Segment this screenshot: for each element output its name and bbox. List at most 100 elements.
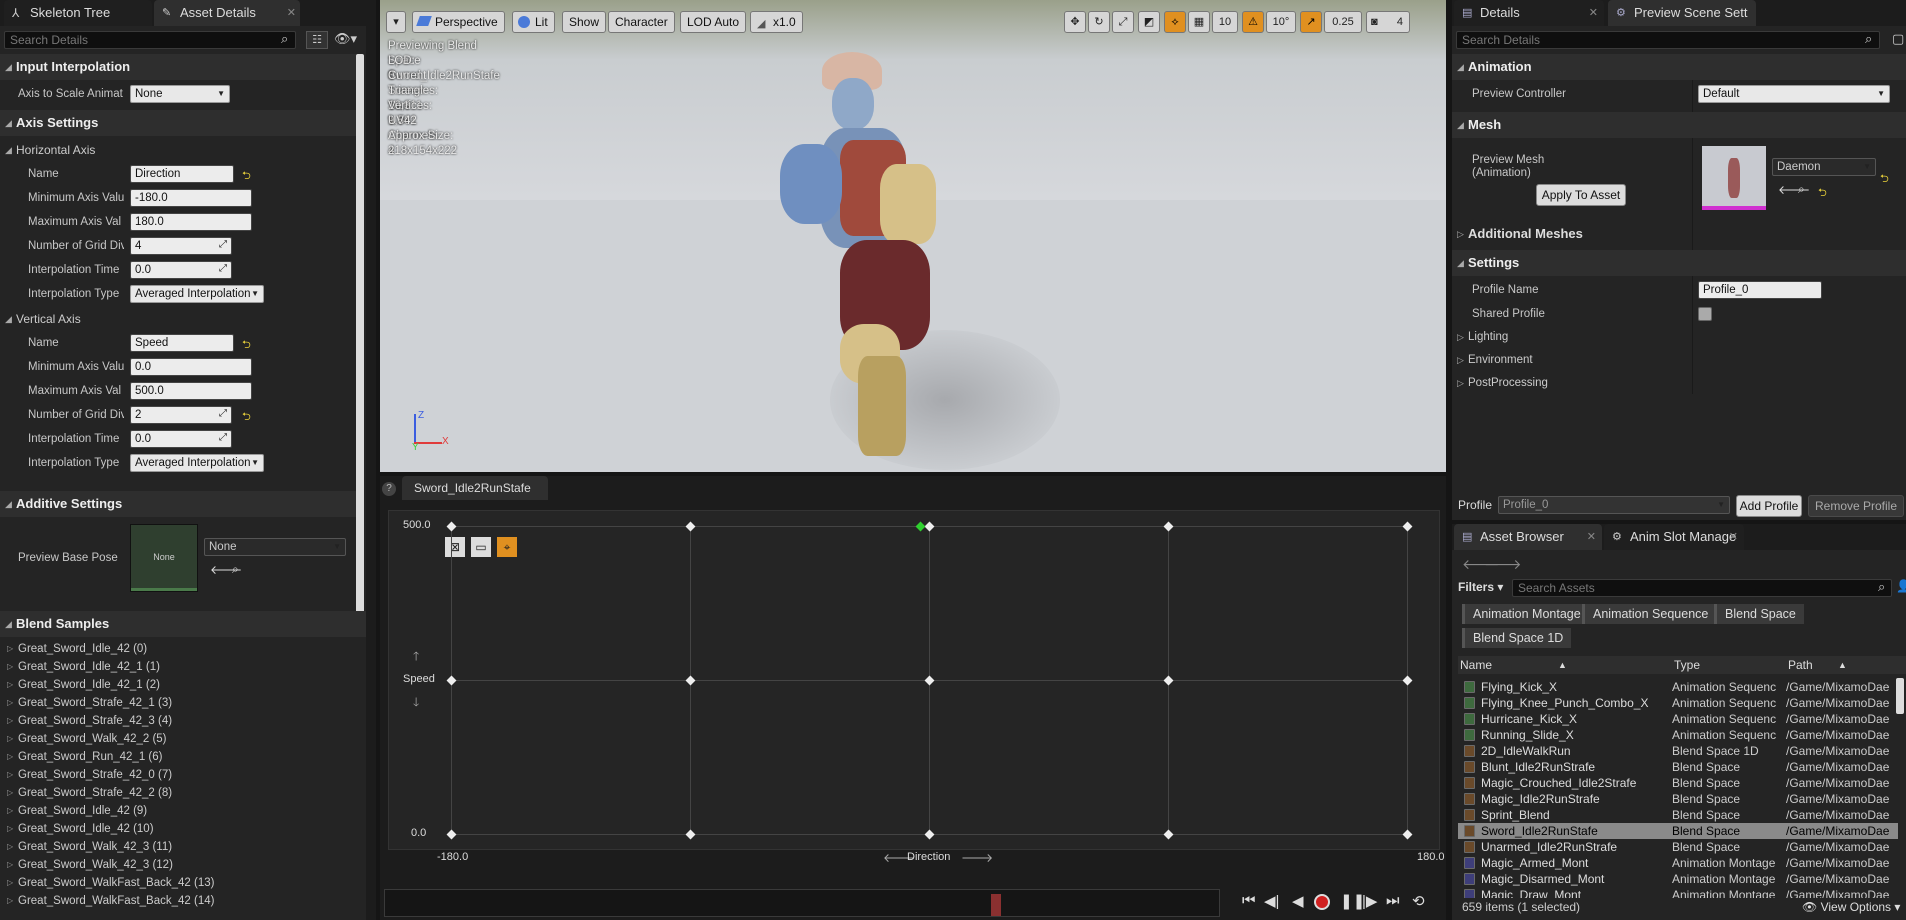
details-search-input[interactable]: Search Details — [1456, 31, 1880, 49]
world-local-icon[interactable]: ◩ — [1138, 11, 1160, 33]
profile-name-input[interactable]: Profile_0 — [1698, 281, 1822, 299]
h-max-input[interactable]: 180.0 — [130, 213, 252, 231]
close-icon[interactable]: ✕ — [1589, 0, 1598, 26]
details-search-input[interactable]: Search Details — [4, 31, 296, 49]
record-icon[interactable] — [1314, 894, 1330, 910]
preview-point[interactable] — [915, 521, 926, 532]
blend-sample-item[interactable]: ▷ Great_Sword_Strafe_42_2 (8) — [0, 784, 172, 802]
preview-base-pose-combo[interactable]: None — [204, 538, 346, 556]
reset-icon[interactable]: ⮌ — [1818, 184, 1827, 203]
asset-row[interactable]: Magic_Draw_Mont Animation Montage/Game/Mi… — [1458, 887, 1898, 898]
edit-tool-icon[interactable]: ⊠ — [445, 537, 465, 557]
sample-point[interactable] — [1402, 521, 1413, 532]
sample-point[interactable] — [1163, 829, 1174, 840]
v-min-input[interactable]: 0.0 — [130, 358, 252, 376]
scale-icon[interactable]: ⤢ — [1112, 11, 1134, 33]
asset-row[interactable]: Running_Slide_X Animation Sequenc/Game/Mi… — [1458, 727, 1898, 743]
add-profile-button[interactable]: Add Profile — [1736, 495, 1802, 517]
blend-sample-item[interactable]: ▷ Great_Sword_Walk_42_3 (11) — [0, 838, 172, 856]
blend-sample-item[interactable]: ▷ Great_Sword_WalkFast_Back_42 (14) — [0, 892, 214, 910]
surface-snap-icon[interactable]: ⟡ — [1164, 11, 1186, 33]
blend-sample-item[interactable]: ▷ Great_Sword_Idle_42 (10) — [0, 820, 154, 838]
tab-skeleton-tree[interactable]: ⅄ Skeleton Tree — [4, 0, 152, 26]
reset-icon[interactable]: ⮌ — [242, 336, 251, 355]
asset-row[interactable]: Unarmed_Idle2RunStrafe Blend Space/Game/M… — [1458, 839, 1898, 855]
subsection-vertical-axis[interactable]: ◢ Vertical Axis — [0, 308, 376, 330]
skip-start-icon[interactable]: ⏮ — [1242, 892, 1256, 909]
sample-point[interactable] — [924, 521, 935, 532]
blend-sample-item[interactable]: ▷ Great_Sword_Strafe_42_0 (7) — [0, 766, 172, 784]
step-back-icon[interactable]: ◀| — [1264, 892, 1279, 910]
skip-end-icon[interactable]: ⏭ — [1386, 892, 1400, 909]
profile-combo[interactable]: Profile_0 — [1498, 496, 1730, 514]
asset-row[interactable]: Flying_Knee_Punch_Combo_X Animation Seque… — [1458, 695, 1898, 711]
v-name-input[interactable]: Speed — [130, 334, 234, 352]
v-itype-combo[interactable]: Averaged Interpolation — [130, 454, 264, 472]
camera-speed-button[interactable]: ◙ 4 — [1366, 11, 1410, 33]
h-grid-spinner[interactable]: 4 — [130, 237, 232, 255]
asset-row[interactable]: Magic_Armed_Mont Animation Montage/Game/M… — [1458, 855, 1898, 871]
blend-sample-item[interactable]: ▷ Great_Sword_Idle_42 (9) — [0, 802, 147, 820]
asset-row[interactable]: 2D_IdleWalkRun Blend Space 1D/Game/Mixamo… — [1458, 743, 1898, 759]
blend-sample-item[interactable]: ▷ Great_Sword_WalkFast_Back_42 (13) — [0, 874, 214, 892]
asset-row[interactable]: Hurricane_Kick_X Animation Sequenc/Game/M… — [1458, 711, 1898, 727]
show-button[interactable]: Show — [562, 11, 607, 33]
blend-sample-item[interactable]: ▷ Great_Sword_Strafe_42_1 (3) — [0, 694, 172, 712]
use-selected-icon[interactable]: 🡐 — [1778, 182, 1810, 197]
sample-point[interactable] — [1402, 829, 1413, 840]
section-mesh[interactable]: ◢ Mesh — [1452, 112, 1906, 138]
preview-controller-combo[interactable]: Default — [1698, 85, 1890, 103]
sample-point[interactable] — [1163, 521, 1174, 532]
blend-sample-item[interactable]: ▷ Great_Sword_Strafe_42_3 (4) — [0, 712, 172, 730]
v-max-input[interactable]: 500.0 — [130, 382, 252, 400]
fit-tool-icon[interactable]: ⌖ — [497, 537, 517, 557]
sample-point[interactable] — [446, 675, 457, 686]
section-additive-settings[interactable]: ◢ Additive Settings — [0, 491, 356, 517]
blend-grid-area[interactable]: ⊠ ▭ ⌖ 500.0 0.0 🡑 Speed 🡓 -180.0 180.0 🡐… — [388, 510, 1445, 865]
drag-icon[interactable]: ⤢ — [219, 263, 227, 274]
h-itime-spinner[interactable]: 0.0 — [130, 261, 232, 279]
preview-tool-icon[interactable]: ▭ — [471, 537, 491, 557]
lit-button[interactable]: Lit — [512, 11, 555, 33]
sample-point[interactable] — [446, 829, 457, 840]
play-reverse-icon[interactable]: ◀ — [1292, 892, 1304, 910]
viewport[interactable]: ▾ Perspective Lit Show Character LOD Aut… — [380, 0, 1446, 472]
translate-icon[interactable]: ✥ — [1064, 11, 1086, 33]
reset-icon[interactable]: ⮌ — [242, 408, 251, 427]
character-preview[interactable] — [780, 44, 980, 464]
v-grid-spinner[interactable]: 2 — [130, 406, 232, 424]
section-axis-settings[interactable]: ◢ Axis Settings — [0, 110, 356, 136]
section-additional-meshes[interactable]: ▷ Additional Meshes — [1452, 223, 1906, 245]
asset-row[interactable]: Sprint_Blend Blend Space/Game/MixamoDae — [1458, 807, 1898, 823]
sample-point[interactable] — [685, 521, 696, 532]
blend-sample-item[interactable]: ▷ Great_Sword_Run_42_1 (6) — [0, 748, 162, 766]
perspective-button[interactable]: Perspective — [412, 11, 505, 33]
v-itime-spinner[interactable]: 0.0 — [130, 430, 232, 448]
sample-point[interactable] — [446, 521, 457, 532]
asset-row[interactable]: Sword_Idle2RunStafe Blend Space/Game/Mixa… — [1458, 823, 1898, 839]
section-input-interpolation[interactable]: ◢ Input Interpolation — [0, 54, 356, 80]
scale-snap-value[interactable]: 0.25 — [1324, 11, 1362, 33]
loop-icon[interactable]: ⟲ — [1412, 892, 1425, 910]
drag-icon[interactable]: ⤢ — [219, 432, 227, 443]
subsection-horizontal-axis[interactable]: ◢ Horizontal Axis — [0, 139, 376, 161]
shared-profile-checkbox[interactable] — [1698, 307, 1712, 321]
browse-icon[interactable]: ⌕ — [1798, 182, 1805, 197]
h-name-input[interactable]: Direction — [130, 165, 234, 183]
step-forward-icon[interactable]: |▶ — [1362, 892, 1377, 910]
sample-point[interactable] — [924, 829, 935, 840]
h-min-input[interactable]: -180.0 — [130, 189, 252, 207]
drag-icon[interactable]: ⤢ — [219, 239, 227, 250]
sample-point[interactable] — [924, 675, 935, 686]
blend-sample-item[interactable]: ▷ Great_Sword_Walk_42_2 (5) — [0, 730, 167, 748]
asset-row[interactable]: Flying_Kick_X Animation Sequenc/Game/Mixa… — [1458, 679, 1898, 695]
mesh-thumbnail[interactable] — [1702, 146, 1766, 210]
character-button[interactable]: Character — [608, 11, 675, 33]
remove-profile-button[interactable]: Remove Profile — [1808, 495, 1904, 517]
reset-icon[interactable]: ⮌ — [242, 167, 251, 186]
category-environment[interactable]: ▷ Environment — [1452, 349, 1906, 371]
tab-blend-space[interactable]: Sword_Idle2RunStafe — [402, 476, 548, 500]
eye-icon[interactable]: 👁▾ — [334, 31, 357, 47]
asset-row[interactable]: Magic_Idle2RunStrafe Blend Space/Game/Mix… — [1458, 791, 1898, 807]
sample-point[interactable] — [1163, 675, 1174, 686]
